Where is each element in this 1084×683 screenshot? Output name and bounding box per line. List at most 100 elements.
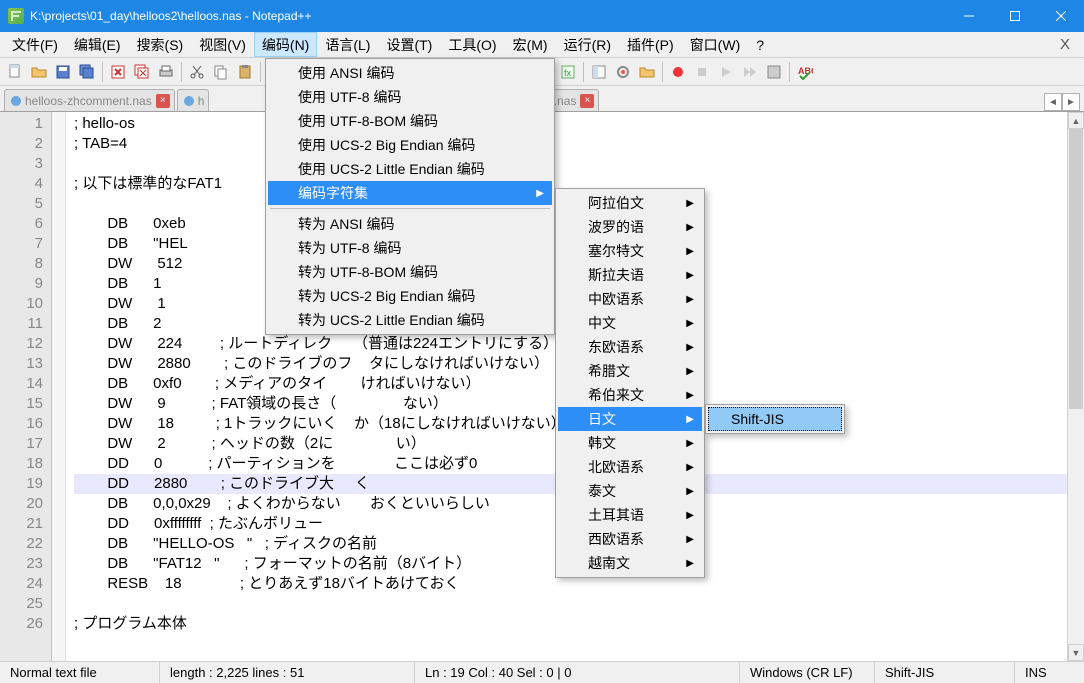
open-file-icon[interactable] bbox=[28, 61, 50, 83]
status-position: Ln : 19 Col : 40 Sel : 0 | 0 bbox=[415, 662, 740, 683]
play-macro-icon[interactable] bbox=[715, 61, 737, 83]
charset-item[interactable]: 希伯来文▶ bbox=[558, 383, 702, 407]
submenu-arrow-icon: ▶ bbox=[686, 390, 694, 401]
menu-file[interactable]: 文件(F) bbox=[4, 32, 66, 57]
charset-item[interactable]: 北欧语系▶ bbox=[558, 455, 702, 479]
menu-item-charset[interactable]: 编码字符集 ▶ bbox=[268, 181, 552, 205]
menubar-close-doc-button[interactable]: X bbox=[1050, 32, 1080, 57]
submenu-arrow-icon: ▶ bbox=[686, 534, 694, 545]
charset-item[interactable]: 斯拉夫语▶ bbox=[558, 263, 702, 287]
tab-nav: ◄ ► bbox=[1044, 93, 1080, 111]
menu-plugins[interactable]: 插件(P) bbox=[619, 32, 682, 57]
submenu-arrow-icon: ▶ bbox=[536, 188, 544, 199]
lang-icon[interactable]: fx bbox=[557, 61, 579, 83]
menu-item-to-ansi[interactable]: 转为 ANSI 编码 bbox=[268, 212, 552, 236]
menu-window[interactable]: 窗口(W) bbox=[682, 32, 749, 57]
charset-item[interactable]: 塞尔特文▶ bbox=[558, 239, 702, 263]
charset-item[interactable]: 中文▶ bbox=[558, 311, 702, 335]
file-tab[interactable]: helloos-zhcomment.nas × bbox=[4, 89, 175, 111]
code-line[interactable]: ; TAB=4 bbox=[74, 134, 1084, 154]
charset-item[interactable]: 泰文▶ bbox=[558, 479, 702, 503]
menu-item-to-utf8[interactable]: 转为 UTF-8 编码 bbox=[268, 236, 552, 260]
charset-dropdown: 阿拉伯文▶波罗的语▶塞尔特文▶斯拉夫语▶中欧语系▶中文▶东欧语系▶希腊文▶希伯来… bbox=[555, 188, 705, 578]
menu-help[interactable]: ? bbox=[748, 32, 772, 57]
menu-settings[interactable]: 设置(T) bbox=[378, 32, 440, 57]
maximize-button[interactable] bbox=[992, 0, 1038, 32]
line-number-gutter: 1234567891011121314151617181920212223242… bbox=[0, 112, 52, 661]
menu-item-to-ucs2be[interactable]: 转为 UCS-2 Big Endian 编码 bbox=[268, 284, 552, 308]
paste-icon[interactable] bbox=[234, 61, 256, 83]
menu-item-utf8bom[interactable]: 使用 UTF-8-BOM 编码 bbox=[268, 109, 552, 133]
record-macro-icon[interactable] bbox=[667, 61, 689, 83]
submenu-arrow-icon: ▶ bbox=[686, 198, 694, 209]
menu-item-label: 韩文 bbox=[588, 433, 616, 453]
func-list-icon[interactable] bbox=[612, 61, 634, 83]
encoding-option[interactable]: Shift-JIS bbox=[708, 407, 842, 431]
menu-item-label: 中文 bbox=[588, 313, 616, 333]
charset-item[interactable]: 土耳其语▶ bbox=[558, 503, 702, 527]
tab-close-icon[interactable]: × bbox=[156, 94, 170, 108]
doc-map-icon[interactable] bbox=[588, 61, 610, 83]
menu-item-utf8[interactable]: 使用 UTF-8 编码 bbox=[268, 85, 552, 109]
spellcheck-icon[interactable]: ABC bbox=[794, 61, 816, 83]
close-button[interactable] bbox=[1038, 0, 1084, 32]
status-eol: Windows (CR LF) bbox=[740, 662, 875, 683]
menu-search[interactable]: 搜索(S) bbox=[129, 32, 192, 57]
save-macro-icon[interactable] bbox=[763, 61, 785, 83]
tab-label: h bbox=[198, 94, 205, 108]
menu-item-label: 日文 bbox=[588, 409, 616, 429]
menu-item-to-utf8bom[interactable]: 转为 UTF-8-BOM 编码 bbox=[268, 260, 552, 284]
menu-item-ansi[interactable]: 使用 ANSI 编码 bbox=[268, 61, 552, 85]
code-line[interactable] bbox=[74, 594, 1084, 614]
new-file-icon[interactable] bbox=[4, 61, 26, 83]
menu-item-label: 北欧语系 bbox=[588, 457, 644, 477]
charset-item[interactable]: 希腊文▶ bbox=[558, 359, 702, 383]
charset-item[interactable]: 韩文▶ bbox=[558, 431, 702, 455]
menu-edit[interactable]: 编辑(E) bbox=[66, 32, 129, 57]
submenu-arrow-icon: ▶ bbox=[686, 486, 694, 497]
charset-item[interactable]: 波罗的语▶ bbox=[558, 215, 702, 239]
menu-language[interactable]: 语言(L) bbox=[317, 32, 378, 57]
menu-encoding[interactable]: 编码(N) bbox=[254, 32, 317, 57]
menu-view[interactable]: 视图(V) bbox=[191, 32, 254, 57]
stop-macro-icon[interactable] bbox=[691, 61, 713, 83]
svg-text:ABC: ABC bbox=[798, 66, 813, 76]
vertical-scrollbar[interactable]: ▲ ▼ bbox=[1067, 112, 1084, 661]
tab-close-icon[interactable]: × bbox=[580, 94, 594, 108]
menu-item-ucs2be[interactable]: 使用 UCS-2 Big Endian 编码 bbox=[268, 133, 552, 157]
scroll-up-button[interactable]: ▲ bbox=[1068, 112, 1084, 129]
minimize-button[interactable] bbox=[946, 0, 992, 32]
save-all-icon[interactable] bbox=[76, 61, 98, 83]
tab-saved-icon bbox=[11, 96, 21, 106]
code-line[interactable]: ; hello-os bbox=[74, 114, 1084, 134]
scroll-down-button[interactable]: ▼ bbox=[1068, 644, 1084, 661]
copy-icon[interactable] bbox=[210, 61, 232, 83]
close-all-icon[interactable] bbox=[131, 61, 153, 83]
charset-item[interactable]: 中欧语系▶ bbox=[558, 287, 702, 311]
charset-item[interactable]: 东欧语系▶ bbox=[558, 335, 702, 359]
menu-item-ucs2le[interactable]: 使用 UCS-2 Little Endian 编码 bbox=[268, 157, 552, 181]
folder-icon[interactable] bbox=[636, 61, 658, 83]
charset-item[interactable]: 越南文▶ bbox=[558, 551, 702, 575]
menu-item-label: 波罗的语 bbox=[588, 217, 644, 237]
menu-tools[interactable]: 工具(O) bbox=[440, 32, 504, 57]
tab-next-button[interactable]: ► bbox=[1062, 93, 1080, 111]
save-icon[interactable] bbox=[52, 61, 74, 83]
charset-item[interactable]: 日文▶ bbox=[558, 407, 702, 431]
menu-run[interactable]: 运行(R) bbox=[556, 32, 619, 57]
code-line[interactable] bbox=[74, 154, 1084, 174]
submenu-arrow-icon: ▶ bbox=[686, 510, 694, 521]
fold-column bbox=[52, 112, 66, 661]
code-line[interactable]: ; プログラム本体 bbox=[74, 614, 1084, 634]
menu-macro[interactable]: 宏(M) bbox=[505, 32, 556, 57]
file-tab[interactable]: h bbox=[177, 89, 210, 111]
cut-icon[interactable] bbox=[186, 61, 208, 83]
charset-item[interactable]: 阿拉伯文▶ bbox=[558, 191, 702, 215]
charset-item[interactable]: 西欧语系▶ bbox=[558, 527, 702, 551]
scroll-thumb[interactable] bbox=[1069, 129, 1083, 409]
play-multi-icon[interactable] bbox=[739, 61, 761, 83]
close-icon[interactable] bbox=[107, 61, 129, 83]
print-icon[interactable] bbox=[155, 61, 177, 83]
menu-item-to-ucs2le[interactable]: 转为 UCS-2 Little Endian 编码 bbox=[268, 308, 552, 332]
tab-prev-button[interactable]: ◄ bbox=[1044, 93, 1062, 111]
